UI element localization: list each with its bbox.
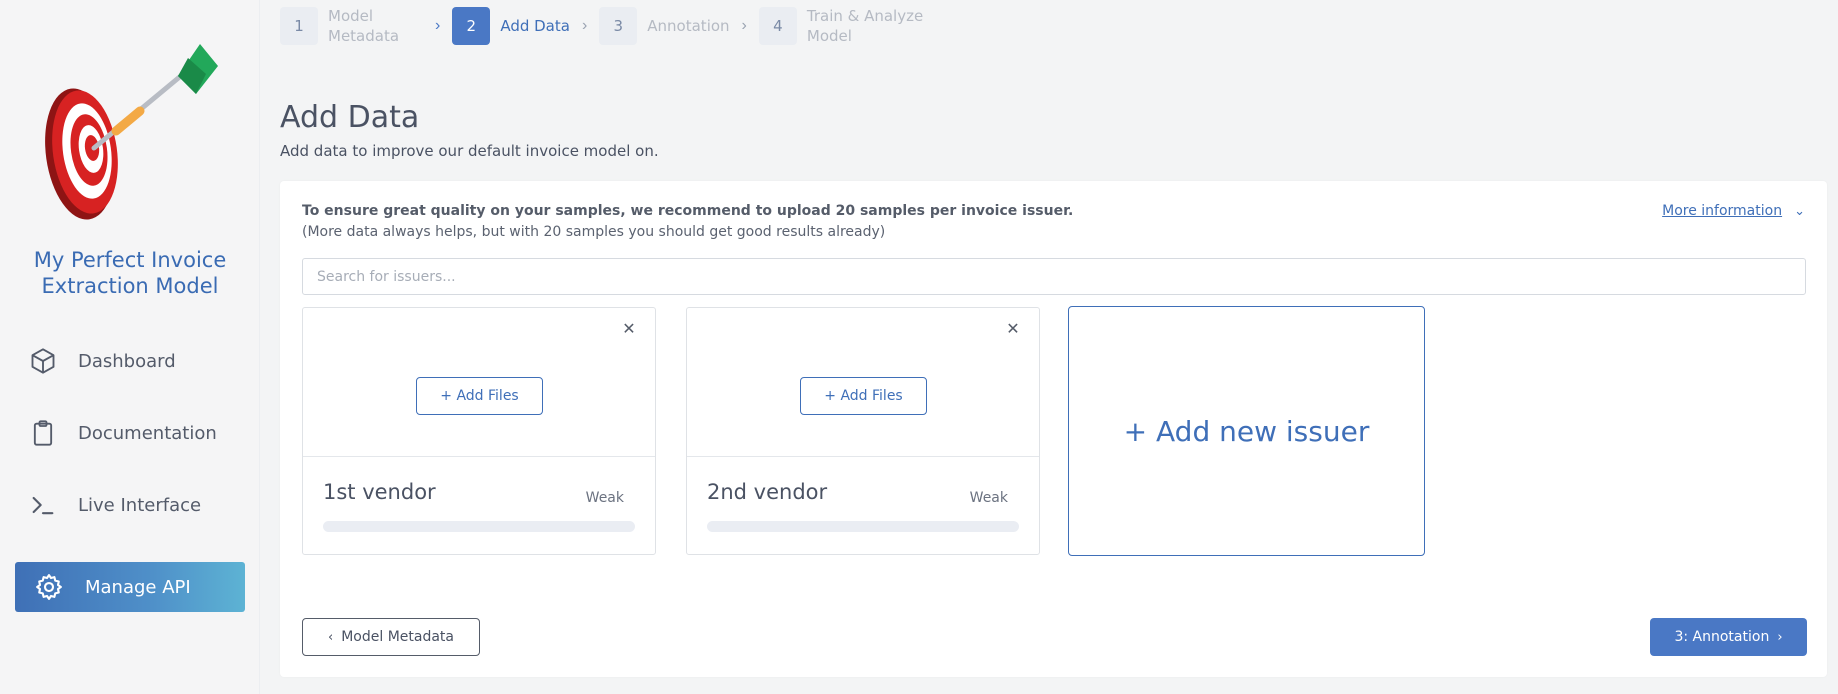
terminal-icon xyxy=(28,490,58,520)
next-button[interactable]: 3: Annotation › xyxy=(1650,618,1807,656)
chevron-down-icon: ⌄ xyxy=(1794,203,1805,218)
issuer-strength: Weak xyxy=(969,490,1008,506)
chevron-left-icon: ‹ xyxy=(328,629,334,645)
search-issuers-input[interactable] xyxy=(302,258,1806,295)
sidebar-item-dashboard[interactable]: Dashboard xyxy=(28,341,248,381)
dartboard-logo xyxy=(28,36,228,236)
divider xyxy=(303,456,655,457)
divider xyxy=(687,456,1039,457)
recommendation-text: To ensure great quality on your samples,… xyxy=(302,203,1074,219)
step-add-data[interactable]: 2 Add Data xyxy=(452,7,570,45)
issuer-card: ✕ + Add Files 1st vendor Weak xyxy=(302,307,656,555)
step-annotation[interactable]: 3 Annotation xyxy=(599,7,730,45)
step-model-metadata[interactable]: 1 Model Metadata xyxy=(280,6,423,46)
page-subtitle: Add data to improve our default invoice … xyxy=(280,142,659,160)
step-label: Train & Analyze Model xyxy=(806,7,924,45)
sidebar-item-documentation[interactable]: Documentation xyxy=(28,413,248,453)
chevron-right-icon: › xyxy=(581,17,588,34)
close-icon[interactable]: ✕ xyxy=(621,322,637,338)
add-files-button[interactable]: + Add Files xyxy=(416,377,543,415)
sidebar-item-label: Dashboard xyxy=(78,350,176,372)
step-number: 4 xyxy=(758,7,797,45)
sidebar: My Perfect Invoice Extraction Model Dash… xyxy=(0,0,260,694)
step-number: 3 xyxy=(599,7,638,45)
sidebar-item-label: Documentation xyxy=(78,422,217,444)
step-number: 2 xyxy=(452,7,491,45)
issuer-progress-bar xyxy=(707,521,1019,532)
add-files-button[interactable]: + Add Files xyxy=(800,377,927,415)
gear-icon xyxy=(33,571,65,603)
chevron-right-icon: › xyxy=(435,17,441,34)
more-information-link[interactable]: More information ⌄ xyxy=(1662,203,1805,219)
step-number: 1 xyxy=(280,7,318,45)
back-button-label: Model Metadata xyxy=(341,629,454,645)
step-train-analyze[interactable]: 4 Train & Analyze Model xyxy=(758,6,937,46)
page-title: Add Data xyxy=(280,100,420,135)
app-title: My Perfect Invoice Extraction Model xyxy=(33,248,227,298)
sidebar-item-label: Manage API xyxy=(85,576,191,598)
more-information-label: More information xyxy=(1662,203,1783,219)
step-label: Model Metadata xyxy=(328,7,400,45)
step-label: Add Data xyxy=(500,17,570,35)
sidebar-item-label: Live Interface xyxy=(78,494,202,516)
issuer-strength: Weak xyxy=(585,490,624,506)
issuer-name: 1st vendor xyxy=(323,480,436,504)
issuer-name: 2nd vendor xyxy=(707,480,828,504)
chevron-right-icon: › xyxy=(1777,629,1783,645)
stepper: 1 Model Metadata › 2 Add Data › 3 Annota… xyxy=(280,6,937,46)
next-button-label: 3: Annotation xyxy=(1674,629,1770,645)
sidebar-item-manage-api[interactable]: Manage API xyxy=(15,562,245,612)
issuer-card: ✕ + Add Files 2nd vendor Weak xyxy=(686,307,1040,555)
add-data-card: To ensure great quality on your samples,… xyxy=(280,181,1827,677)
step-label: Annotation xyxy=(647,17,730,35)
recommendation-note: (More data always helps, but with 20 sam… xyxy=(302,224,886,240)
chevron-right-icon: › xyxy=(741,17,747,34)
close-icon[interactable]: ✕ xyxy=(1005,322,1021,338)
add-new-issuer-button[interactable]: + Add new issuer xyxy=(1068,306,1425,556)
clipboard-icon xyxy=(28,418,58,448)
issuer-progress-bar xyxy=(323,521,635,532)
back-button[interactable]: ‹ Model Metadata xyxy=(302,618,480,656)
cube-icon xyxy=(28,346,58,376)
sidebar-item-live-interface[interactable]: Live Interface xyxy=(28,485,248,525)
